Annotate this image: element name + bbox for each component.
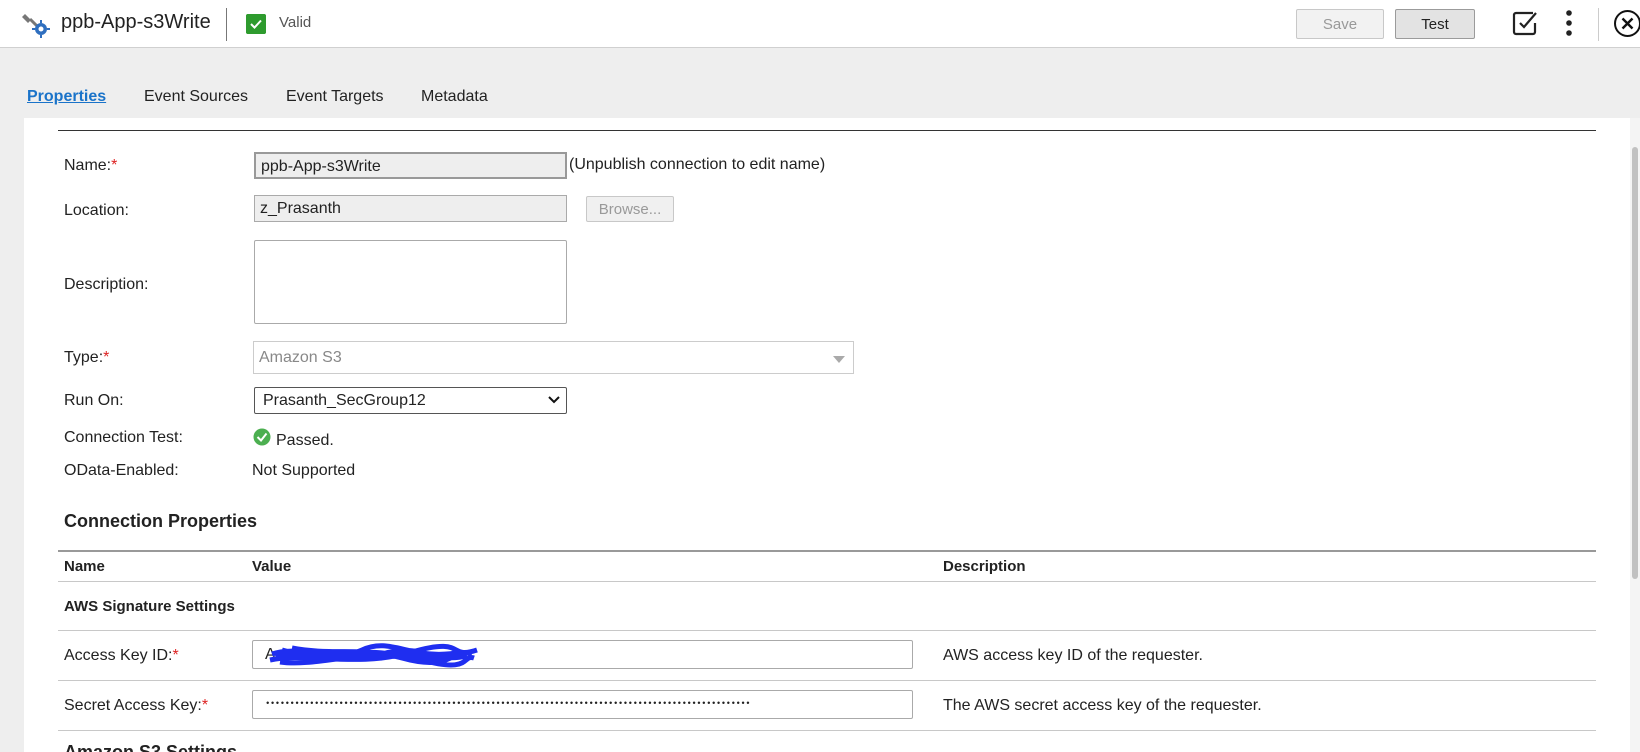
required-marker: * bbox=[201, 697, 209, 714]
tabs-bar bbox=[0, 48, 1640, 118]
runon-value: Prasanth_SecGroup12 bbox=[263, 392, 426, 409]
table-divider bbox=[58, 581, 1596, 582]
connection-properties-title: Connection Properties bbox=[64, 511, 258, 531]
browse-button[interactable]: Browse... bbox=[586, 196, 674, 222]
location-field[interactable]: z_Prasanth bbox=[254, 195, 567, 222]
table-divider bbox=[58, 730, 1596, 731]
description-textarea[interactable] bbox=[254, 240, 567, 324]
validate-icon[interactable] bbox=[1511, 9, 1539, 37]
check-circle-icon bbox=[253, 428, 271, 446]
table-divider bbox=[58, 630, 1596, 631]
secret-key-input[interactable]: ••••••••••••••••••••••••••••••••••••••••… bbox=[252, 690, 913, 719]
table-divider bbox=[58, 550, 1596, 552]
secret-key-label: Secret Access Key:* bbox=[64, 697, 209, 714]
conn-test-label: Connection Test: bbox=[64, 429, 183, 446]
runon-select[interactable]: Prasanth_SecGroup12 bbox=[254, 387, 567, 414]
connection-title: ppb-App-s3Write bbox=[61, 11, 211, 33]
name-field[interactable]: ppb-App-s3Write bbox=[254, 152, 567, 179]
column-header-description: Description bbox=[943, 558, 1026, 575]
scrollbar-thumb[interactable] bbox=[1632, 147, 1638, 579]
type-value: Amazon S3 bbox=[259, 349, 342, 366]
access-key-label: Access Key ID:* bbox=[64, 647, 179, 664]
header-divider bbox=[1598, 8, 1599, 41]
test-button[interactable]: Test bbox=[1395, 9, 1475, 39]
next-group-title: Amazon S3 Settings bbox=[64, 742, 238, 752]
secret-key-description: The AWS secret access key of the request… bbox=[943, 697, 1262, 714]
tab-properties[interactable]: Properties bbox=[27, 88, 106, 106]
location-label: Location: bbox=[64, 202, 129, 219]
name-label: Name:* bbox=[64, 157, 118, 174]
tab-event-sources[interactable]: Event Sources bbox=[144, 88, 248, 106]
header-divider bbox=[226, 8, 227, 41]
type-select[interactable]: Amazon S3 bbox=[253, 341, 854, 374]
required-marker: * bbox=[103, 349, 110, 366]
kebab-menu-icon[interactable] bbox=[1560, 9, 1578, 37]
column-header-value: Value bbox=[252, 558, 292, 575]
save-button[interactable]: Save bbox=[1296, 9, 1384, 39]
odata-label: OData-Enabled: bbox=[64, 462, 179, 479]
connection-gear-icon bbox=[22, 14, 50, 38]
close-icon[interactable] bbox=[1614, 10, 1640, 37]
runon-label: Run On: bbox=[64, 392, 124, 409]
odata-value: Not Supported bbox=[252, 462, 356, 479]
type-label: Type:* bbox=[64, 349, 110, 366]
left-gutter bbox=[0, 118, 24, 752]
required-marker: * bbox=[111, 157, 118, 174]
checkmark-icon bbox=[246, 14, 266, 34]
chevron-down-icon bbox=[548, 396, 560, 404]
app-header: ppb-App-s3Write Valid Save Test bbox=[0, 0, 1640, 48]
access-key-description: AWS access key ID of the requester. bbox=[943, 647, 1203, 664]
conn-test-result: Passed. bbox=[276, 432, 334, 449]
group-title: AWS Signature Settings bbox=[64, 598, 235, 615]
required-marker: * bbox=[172, 647, 179, 664]
column-header-name: Name bbox=[64, 558, 105, 575]
description-label: Description: bbox=[64, 276, 149, 293]
table-divider bbox=[58, 680, 1596, 681]
section-divider bbox=[58, 130, 1596, 131]
validation-status: Valid bbox=[279, 14, 312, 31]
tab-metadata[interactable]: Metadata bbox=[421, 88, 488, 106]
redaction-scribble bbox=[269, 643, 478, 668]
tab-event-targets[interactable]: Event Targets bbox=[286, 88, 384, 106]
chevron-down-icon bbox=[833, 356, 845, 363]
name-hint: (Unpublish connection to edit name) bbox=[569, 156, 826, 173]
